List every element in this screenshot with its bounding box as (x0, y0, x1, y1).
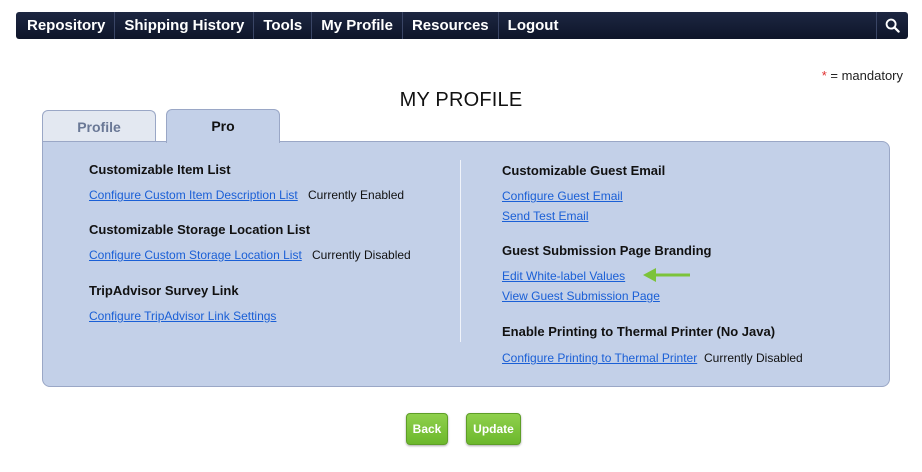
mandatory-note: * = mandatory (822, 68, 903, 83)
configure-thermal-link[interactable]: Configure Printing to Thermal Printer (502, 351, 697, 365)
back-button[interactable]: Back (406, 413, 448, 445)
nav-resources[interactable]: Resources (403, 12, 499, 39)
configure-guest-email-link[interactable]: Configure Guest Email (502, 189, 623, 203)
storage-list-heading: Customizable Storage Location List (89, 222, 311, 237)
column-divider (460, 160, 461, 342)
nav-shipping-history[interactable]: Shipping History (115, 12, 255, 39)
guest-email-heading: Customizable Guest Email (502, 163, 666, 178)
tab-pro[interactable]: Pro (166, 109, 280, 143)
item-list-status: Currently Enabled (308, 188, 405, 202)
search-button[interactable] (876, 12, 908, 39)
pointer-arrow-icon (643, 268, 690, 282)
mandatory-star: * (821, 68, 827, 83)
mandatory-text: = mandatory (830, 68, 903, 83)
nav-logout[interactable]: Logout (499, 12, 568, 39)
configure-storage-list-link[interactable]: Configure Custom Storage Location List (89, 248, 302, 262)
nav-my-profile[interactable]: My Profile (312, 12, 403, 39)
send-test-email-link[interactable]: Send Test Email (502, 209, 589, 223)
thermal-heading: Enable Printing to Thermal Printer (No J… (502, 324, 776, 339)
view-guest-submission-link[interactable]: View Guest Submission Page (502, 289, 660, 303)
branding-heading: Guest Submission Page Branding (502, 243, 712, 258)
page-title: MY PROFILE (399, 89, 523, 111)
tab-profile[interactable]: Profile (42, 110, 156, 143)
thermal-status: Currently Disabled (704, 351, 803, 365)
configure-tripadvisor-link[interactable]: Configure TripAdvisor Link Settings (89, 309, 276, 323)
tripadvisor-heading: TripAdvisor Survey Link (89, 283, 239, 298)
search-icon (885, 18, 900, 33)
configure-item-list-link[interactable]: Configure Custom Item Description List (89, 188, 298, 202)
nav-repository[interactable]: Repository (16, 12, 116, 39)
pro-settings-panel: Customizable Item List Configure Custom … (42, 141, 890, 387)
update-button[interactable]: Update (466, 413, 521, 445)
top-navbar: Repository Shipping History Tools My Pro… (16, 12, 908, 39)
edit-white-label-link[interactable]: Edit White-label Values (502, 269, 625, 283)
nav-tools[interactable]: Tools (254, 12, 313, 39)
item-list-heading: Customizable Item List (89, 162, 231, 177)
storage-list-status: Currently Disabled (312, 248, 411, 262)
